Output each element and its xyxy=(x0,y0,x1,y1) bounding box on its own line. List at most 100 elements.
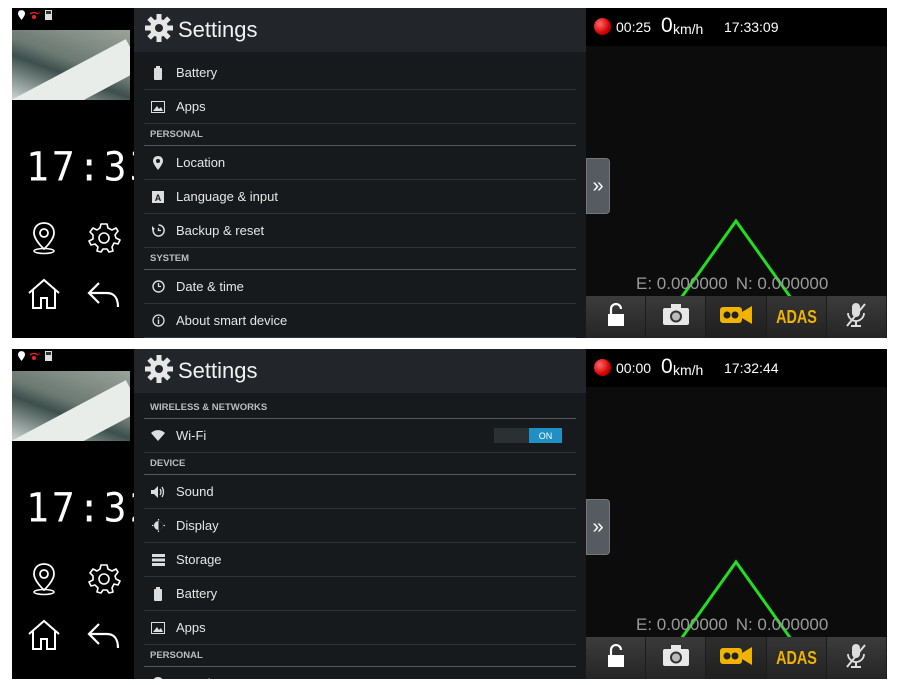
settings-item-label: Date & time xyxy=(176,279,244,294)
settings-item-language-input[interactable]: A Language & input xyxy=(144,180,576,214)
settings-item-label: Language & input xyxy=(176,189,278,204)
double-chevron-right-icon: » xyxy=(592,174,604,197)
expand-panel-button[interactable]: » xyxy=(586,499,610,555)
mic-mute-icon xyxy=(845,643,867,674)
adas-label: ADAS xyxy=(775,647,817,668)
wifi-icon xyxy=(150,428,166,444)
lock-icon xyxy=(605,643,627,673)
section-header: SYSTEM xyxy=(144,248,576,270)
apps-icon xyxy=(150,620,166,636)
lock-button[interactable] xyxy=(586,296,647,338)
settings-gear-icon xyxy=(144,354,174,389)
settings-panel: Settings WIRELESS & NETWORKS Wi-Fi ON DEV… xyxy=(134,349,586,679)
navigation-icon[interactable] xyxy=(24,218,64,258)
settings-header: Settings xyxy=(134,349,586,393)
apps-icon xyxy=(150,99,166,115)
status-bar: 0 xyxy=(18,10,52,22)
settings-item-label: Wi-Fi xyxy=(176,428,207,443)
expand-panel-button[interactable]: » xyxy=(586,158,610,214)
settings-item-location[interactable]: Location xyxy=(144,667,576,679)
settings-icon[interactable] xyxy=(84,559,124,599)
signal-status-icon: 0 xyxy=(29,8,41,25)
page-title: Settings xyxy=(178,358,258,383)
section-header: PERSONAL xyxy=(144,124,576,146)
gps-coordinates: E: 0.000000 N: 0.000000 xyxy=(636,615,836,635)
dashcam-view[interactable]: 00:25 0 km/h 17:33:09 E: 0.000000 N: 0.00… xyxy=(586,8,887,338)
back-icon[interactable] xyxy=(84,274,124,314)
launcher-sidebar: 0 17:33 xyxy=(12,8,156,338)
dashcam-toolbar: ADAS xyxy=(586,637,887,679)
lock-button[interactable] xyxy=(586,637,647,679)
camera-icon xyxy=(662,644,690,672)
head-unit-screen: 0 17:32 Settings WIRELESS & NETWORKS Wi-… xyxy=(12,349,887,679)
settings-item-about-smart-device[interactable]: About smart device xyxy=(144,304,576,338)
camera-button[interactable] xyxy=(646,296,707,338)
navigation-icon[interactable] xyxy=(24,559,64,599)
settings-item-apps[interactable]: Apps xyxy=(144,90,576,124)
storage-icon xyxy=(150,552,166,568)
back-icon[interactable] xyxy=(84,615,124,655)
battery-icon xyxy=(150,586,166,602)
settings-list: WIRELESS & NETWORKS Wi-Fi ON DEVICE Sound… xyxy=(134,397,586,679)
settings-item-label: Location xyxy=(176,676,225,679)
adas-button[interactable]: ADAS xyxy=(766,296,827,338)
head-unit-screen: 0 17:33 Settings Battery Apps PERSONAL L… xyxy=(12,8,887,338)
settings-item-location[interactable]: Location xyxy=(144,146,576,180)
home-icon[interactable] xyxy=(24,615,64,655)
east-coordinate: E: 0.000000 xyxy=(636,615,728,634)
east-coordinate: E: 0.000000 xyxy=(636,274,728,293)
settings-item-sound[interactable]: Sound xyxy=(144,475,576,509)
settings-item-apps[interactable]: Apps xyxy=(144,611,576,645)
sd-card-status-icon xyxy=(45,349,52,366)
section-header: WIRELESS & NETWORKS xyxy=(144,397,576,419)
settings-header: Settings xyxy=(134,8,586,52)
backup-icon xyxy=(150,223,166,239)
camera-thumbnail[interactable] xyxy=(12,30,130,100)
sd-card-status-icon xyxy=(45,8,52,25)
settings-item-label: Apps xyxy=(176,620,206,635)
mic-mute-button[interactable] xyxy=(826,296,887,338)
language-icon: A xyxy=(150,189,166,205)
dashcam-view[interactable]: 00:00 0 km/h 17:32:44 E: 0.000000 N: 0.00… xyxy=(586,349,887,679)
settings-item-display[interactable]: Display xyxy=(144,509,576,543)
settings-item-label: Sound xyxy=(176,484,214,499)
launcher-sidebar: 0 17:32 xyxy=(12,349,152,679)
settings-item-date-time[interactable]: Date & time xyxy=(144,270,576,304)
settings-panel: Settings Battery Apps PERSONAL Location … xyxy=(134,8,586,338)
home-icon[interactable] xyxy=(24,274,64,314)
settings-icon[interactable] xyxy=(84,218,124,258)
camera-button[interactable] xyxy=(646,637,707,679)
settings-item-storage[interactable]: Storage xyxy=(144,543,576,577)
settings-item-battery[interactable]: Battery xyxy=(144,577,576,611)
mic-mute-button[interactable] xyxy=(826,637,887,679)
settings-list: Battery Apps PERSONAL Location A Languag… xyxy=(134,56,586,338)
svg-text:A: A xyxy=(155,193,162,203)
record-button[interactable] xyxy=(706,296,767,338)
gps-coordinates: E: 0.000000 N: 0.000000 xyxy=(636,274,836,294)
digital-clock: 17:33 xyxy=(26,143,156,191)
svg-text:0: 0 xyxy=(38,351,41,356)
adas-label: ADAS xyxy=(775,306,817,327)
status-bar: 0 xyxy=(18,351,52,363)
settings-item-wi-fi[interactable]: Wi-Fi ON xyxy=(144,419,576,453)
mic-mute-icon xyxy=(845,302,867,333)
adas-button[interactable]: ADAS xyxy=(766,637,827,679)
wifi-toggle[interactable]: ON xyxy=(494,428,562,443)
camera-thumbnail[interactable] xyxy=(12,371,130,441)
lock-icon xyxy=(605,302,627,332)
clock-icon xyxy=(150,279,166,295)
settings-item-label: Backup & reset xyxy=(176,223,265,238)
record-icon xyxy=(720,305,752,330)
settings-item-backup-reset[interactable]: Backup & reset xyxy=(144,214,576,248)
location-status-icon xyxy=(18,349,25,366)
settings-gear-icon xyxy=(144,13,174,48)
display-icon xyxy=(150,518,166,534)
record-button[interactable] xyxy=(706,637,767,679)
settings-item-battery[interactable]: Battery xyxy=(144,56,576,90)
dashcam-toolbar: ADAS xyxy=(586,296,887,338)
section-header: DEVICE xyxy=(144,453,576,475)
settings-item-label: Location xyxy=(176,155,226,170)
double-chevron-right-icon: » xyxy=(592,515,604,538)
record-icon xyxy=(720,646,752,671)
camera-icon xyxy=(662,303,690,331)
